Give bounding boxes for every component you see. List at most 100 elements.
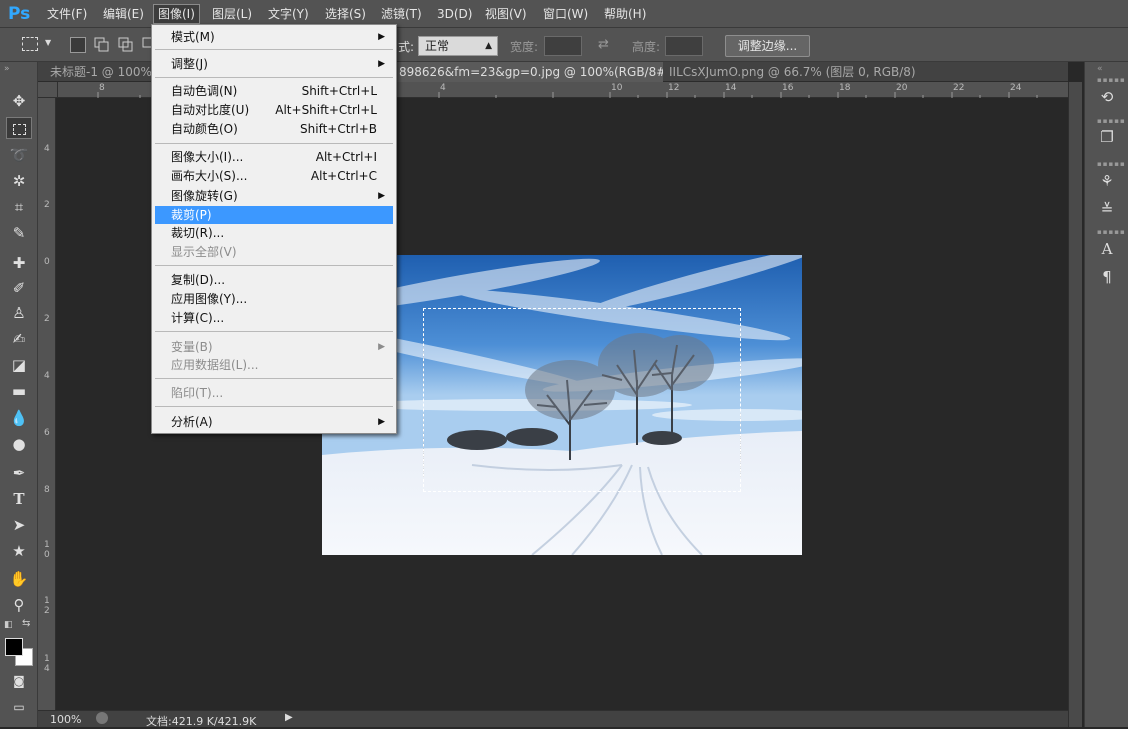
tab-snow-jpg[interactable]: 898626&fm=23&gp=0.jpg @ 100%(RGB/8#)×: [393, 62, 663, 82]
marquee-tool-icon[interactable]: [6, 117, 32, 139]
type-tool-icon[interactable]: T: [6, 488, 32, 510]
panel-collapse-icon[interactable]: »: [4, 64, 10, 74]
menu-type[interactable]: 文字(Y): [264, 5, 313, 23]
rect-marquee-preset-icon[interactable]: [22, 37, 38, 51]
menu-item-auto-contrast[interactable]: 自动对比度(U) Alt+Shift+Ctrl+L: [155, 101, 393, 119]
menu-item-canvas-size[interactable]: 画布大小(S)... Alt+Ctrl+C: [155, 167, 393, 185]
height-input[interactable]: [665, 36, 703, 56]
status-info-icon[interactable]: [96, 712, 108, 724]
blur-tool-icon[interactable]: 💧: [6, 407, 32, 429]
menu-layer[interactable]: 图层(L): [208, 5, 256, 23]
default-colors-icon[interactable]: ◧: [4, 620, 13, 630]
vertical-ruler[interactable]: 4 2 0 2 4 6 8 1 0 1 2 1 4: [38, 98, 56, 710]
pen-tool-icon[interactable]: ✒: [6, 462, 32, 484]
style-select-value: 正常: [425, 39, 450, 53]
character-panel-icon[interactable]: A: [1094, 238, 1120, 260]
menu-separator: [155, 331, 393, 332]
path-selection-tool-icon[interactable]: ➤: [6, 514, 32, 536]
refine-edge-button[interactable]: 调整边缘...: [725, 35, 810, 57]
submenu-arrow-icon: ▶: [378, 59, 385, 69]
zoom-level[interactable]: 100%: [50, 713, 81, 726]
ruler-label: 1 4: [44, 654, 50, 674]
menu-item-trim[interactable]: 裁切(R)...: [155, 224, 393, 242]
menu-item-duplicate[interactable]: 复制(D)...: [155, 271, 393, 289]
shape-tool-icon[interactable]: ★: [6, 540, 32, 562]
dodge-tool-icon[interactable]: ●: [6, 433, 32, 455]
swap-dimensions-icon[interactable]: ⇄: [598, 37, 609, 52]
menu-separator: [155, 265, 393, 266]
menu-filter[interactable]: 滤镜(T): [377, 5, 426, 23]
ruler-label: 4: [44, 371, 50, 381]
menu-select[interactable]: 选择(S): [321, 5, 370, 23]
menu-edit[interactable]: 编辑(E): [99, 5, 148, 23]
crop-tool-icon[interactable]: ⌗: [6, 196, 32, 218]
menu-item-mode[interactable]: 模式(M) ▶: [155, 28, 393, 46]
ruler-label: 0: [44, 257, 50, 267]
menu-item-image-rotation[interactable]: 图像旋转(G) ▶: [155, 187, 393, 205]
panel-grip[interactable]: ▪▪▪▪▪: [1097, 76, 1126, 84]
menu-item-calculations[interactable]: 计算(C)...: [155, 309, 393, 327]
menu-item-auto-color[interactable]: 自动颜色(O) Shift+Ctrl+B: [155, 120, 393, 138]
menu-help[interactable]: 帮助(H): [600, 5, 650, 23]
chevron-down-icon[interactable]: ▼: [45, 38, 51, 47]
vertical-scrollbar[interactable]: [1068, 82, 1082, 727]
status-menu-arrow-icon[interactable]: ▶: [285, 712, 293, 723]
menu-image[interactable]: 图像(I): [153, 4, 200, 24]
brush-panel-icon[interactable]: ⚘: [1094, 170, 1120, 192]
swap-colors-icon[interactable]: ⇆: [22, 618, 30, 629]
add-to-selection-icon[interactable]: [94, 37, 110, 53]
tab-png[interactable]: IILCsXJumO.png @ 66.7% (图层 0, RGB/8)×: [663, 62, 921, 82]
layer-comps-icon[interactable]: ❐: [1094, 126, 1120, 148]
quick-mask-icon[interactable]: ◙: [6, 670, 32, 692]
panel-grip[interactable]: ▪▪▪▪▪: [1097, 228, 1126, 236]
clone-stamp-tool-icon[interactable]: ♙: [6, 302, 32, 324]
menu-item-adjustments[interactable]: 调整(J) ▶: [155, 55, 393, 73]
lasso-tool-icon[interactable]: ➰: [6, 144, 32, 166]
menu-window[interactable]: 窗口(W): [539, 5, 592, 23]
menu-3d[interactable]: 3D(D): [433, 5, 476, 23]
menu-item-analysis[interactable]: 分析(A) ▶: [155, 413, 393, 431]
panel-grip[interactable]: ▪▪▪▪▪: [1097, 160, 1126, 168]
menu-item-reveal-all: 显示全部(V): [171, 245, 237, 259]
panel-collapse-icon[interactable]: «: [1097, 64, 1104, 74]
screen-mode-icon[interactable]: ▭: [6, 696, 32, 718]
submenu-arrow-icon: ▶: [378, 32, 385, 42]
zoom-tool-icon[interactable]: ⚲: [6, 594, 32, 616]
ruler-label: 1 2: [44, 596, 50, 616]
ruler-origin[interactable]: [38, 82, 58, 98]
healing-brush-tool-icon[interactable]: ✚: [6, 252, 32, 274]
menu-item-crop[interactable]: 裁剪(P): [155, 206, 393, 224]
gradient-tool-icon[interactable]: ▬: [6, 380, 32, 402]
selection-marquee[interactable]: [423, 308, 741, 492]
status-bar: 100% 文档:421.9 K/421.9K ▶: [38, 710, 1068, 728]
magic-wand-tool-icon[interactable]: ✲: [6, 170, 32, 192]
menu-view[interactable]: 视图(V): [481, 5, 531, 23]
width-input[interactable]: [544, 36, 582, 56]
width-label: 宽度:: [510, 40, 539, 54]
menu-item-apply-image[interactable]: 应用图像(Y)...: [155, 290, 393, 308]
tab-untitled-1[interactable]: 未标题-1 @ 100%: [44, 62, 164, 82]
tab-label: 未标题-1 @ 100%: [50, 65, 152, 79]
menu-file[interactable]: 文件(F): [43, 5, 91, 23]
menu-item-variables: 变量(B) ▶: [171, 340, 385, 354]
brush-tool-icon[interactable]: ✐: [6, 277, 32, 299]
foreground-color-swatch[interactable]: [5, 638, 23, 656]
move-tool-icon[interactable]: ✥: [6, 90, 32, 112]
new-selection-icon[interactable]: [70, 37, 86, 53]
menu-item-auto-tone[interactable]: 自动色调(N) Shift+Ctrl+L: [155, 82, 393, 100]
style-select[interactable]: 正常 ▲: [418, 36, 498, 56]
hand-tool-icon[interactable]: ✋: [6, 568, 32, 590]
subtract-from-selection-icon[interactable]: [118, 37, 134, 53]
paragraph-panel-icon[interactable]: ¶: [1094, 266, 1120, 288]
ruler-label: 20: [896, 83, 908, 93]
panel-grip[interactable]: ▪▪▪▪▪: [1097, 117, 1126, 125]
ruler-label: 10: [611, 83, 623, 93]
menu-item-image-size[interactable]: 图像大小(I)... Alt+Ctrl+I: [155, 148, 393, 166]
ruler-label: 4: [44, 144, 50, 154]
menu-separator: [155, 406, 393, 407]
history-brush-tool-icon[interactable]: ✍: [6, 328, 32, 350]
brush-presets-icon[interactable]: ≚: [1094, 198, 1120, 220]
eyedropper-tool-icon[interactable]: ✎: [6, 222, 32, 244]
eraser-tool-icon[interactable]: ◪: [6, 354, 32, 376]
history-panel-icon[interactable]: ⟲: [1094, 86, 1120, 108]
